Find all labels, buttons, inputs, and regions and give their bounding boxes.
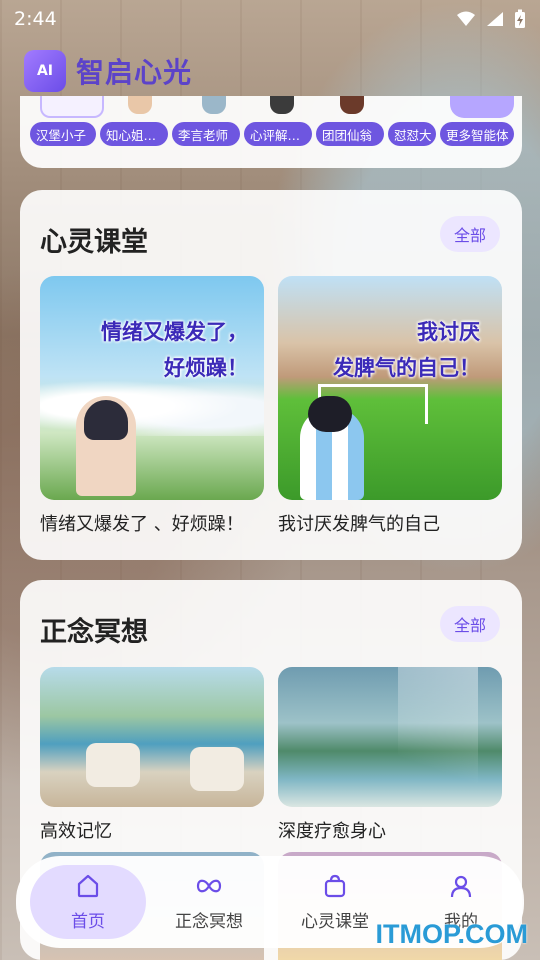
agent-avatar-selected[interactable] (40, 96, 104, 118)
course-thumbnail: 情绪又爆发了， 好烦躁！ (40, 276, 264, 500)
watermark: ITMOP.COM (375, 919, 528, 949)
armchair-shape (190, 747, 244, 791)
meditation-thumbnail (278, 667, 502, 807)
course-tile[interactable]: 情绪又爆发了， 好烦躁！ 情绪又爆发了 、好烦躁！ (40, 276, 264, 536)
nav-home[interactable]: 首页 (30, 865, 146, 939)
home-icon (75, 873, 101, 899)
agent-chip[interactable]: 心评解… (244, 122, 312, 146)
status-bar: 2:44 (0, 0, 540, 38)
more-agents-tab[interactable] (450, 96, 514, 118)
nav-label: 首页 (71, 911, 105, 932)
nav-label: 正念冥想 (175, 911, 243, 932)
wifi-icon (457, 11, 475, 26)
infinity-icon (195, 873, 223, 899)
user-icon (448, 873, 474, 899)
more-agents-button[interactable]: 更多智能体 (440, 122, 514, 146)
section-title: 心灵课堂 (40, 227, 148, 258)
agent-avatar[interactable] (340, 96, 364, 114)
agent-avatar[interactable] (270, 96, 294, 114)
agent-chip[interactable]: 怼怼大 (388, 122, 436, 146)
agent-chip[interactable]: 团团仙翁 (316, 122, 384, 146)
course-caption: 我讨厌发脾气的自己 (278, 514, 440, 535)
agent-chip[interactable]: 知心姐… (100, 122, 168, 146)
nav-label: 心灵课堂 (301, 911, 369, 932)
boy-hair (308, 396, 352, 432)
view-all-button[interactable]: 全部 (440, 216, 500, 252)
course-thumbnail: 我讨厌 发脾气的自己！ (278, 276, 502, 500)
agent-avatar[interactable] (128, 96, 152, 114)
app-title: 智启心光 (76, 56, 193, 89)
status-icons (456, 9, 526, 29)
agent-chip-row: 汉堡小子 知心姐… 李言老师 心评解… 团团仙翁 怼怼大 更多智能体 (30, 122, 514, 146)
agents-card: 汉堡小子 知心姐… 李言老师 心评解… 团团仙翁 怼怼大 更多智能体 (20, 96, 522, 168)
view-all-button[interactable]: 全部 (440, 606, 500, 642)
bag-icon (322, 873, 348, 899)
meditation-thumbnail (40, 667, 264, 807)
thumbnail-title: 情绪又爆发了， 好烦躁！ (101, 320, 248, 380)
armchair-shape (86, 743, 140, 787)
agent-avatars-row (30, 96, 514, 118)
agent-chip[interactable]: 李言老师 (172, 122, 240, 146)
meditation-tile[interactable]: 深度疗愈身心 (278, 667, 502, 843)
meditation-caption: 深度疗愈身心 (278, 821, 386, 842)
signal-icon (487, 12, 503, 26)
status-time: 2:44 (14, 8, 57, 30)
course-caption: 情绪又爆发了 、好烦躁！ (40, 514, 244, 535)
light-ray (398, 667, 478, 807)
section-title: 正念冥想 (40, 617, 148, 648)
battery-icon (515, 9, 525, 28)
agent-avatar[interactable] (202, 96, 226, 114)
app-logo: AI (24, 50, 66, 92)
nav-meditation[interactable]: 正念冥想 (146, 865, 272, 939)
meditation-tile[interactable]: 高效记忆 (40, 667, 264, 843)
agent-chip[interactable]: 汉堡小子 (30, 122, 96, 146)
girl-hair (84, 400, 128, 440)
thumbnail-title: 我讨厌 发脾气的自己！ (333, 320, 480, 380)
app-logo-text: AI (36, 63, 54, 79)
course-tile[interactable]: 我讨厌 发脾气的自己！ 我讨厌发脾气的自己 (278, 276, 502, 536)
meditation-caption: 高效记忆 (40, 821, 112, 842)
app-header: AI 智启心光 (24, 50, 192, 92)
section-mind-class: 心灵课堂 全部 情绪又爆发了， 好烦躁！ 情绪又爆发了 、好烦躁！ 我讨厌 发脾… (20, 190, 522, 560)
